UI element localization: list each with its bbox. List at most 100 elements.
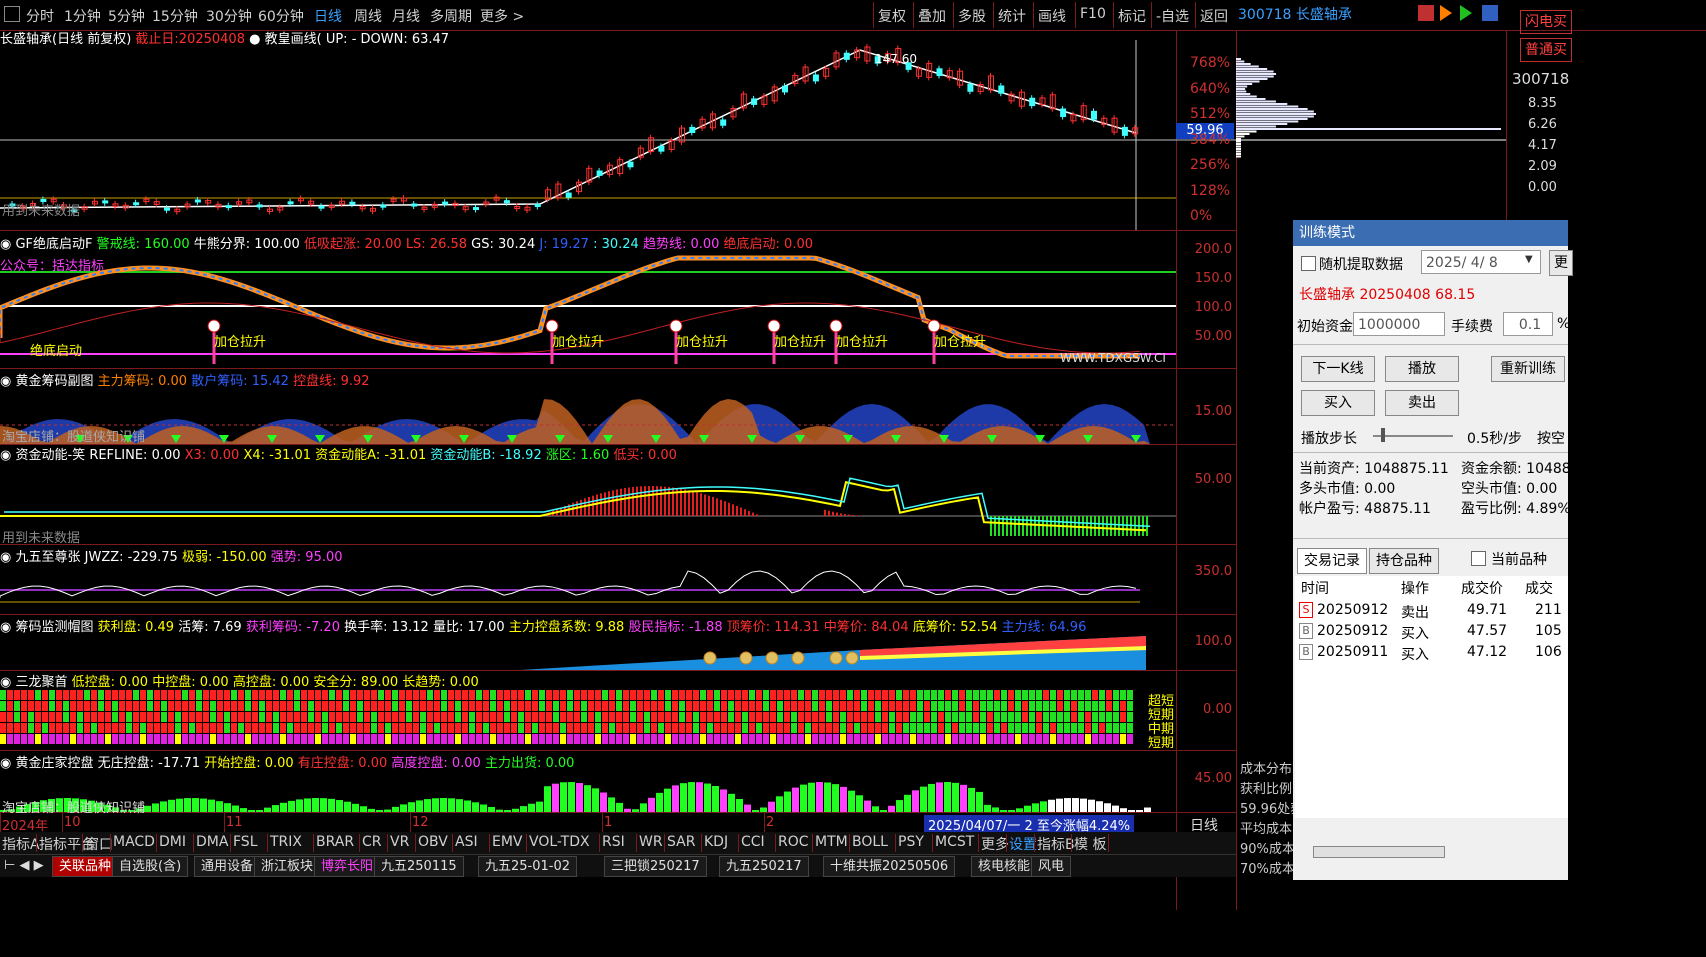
indicator-tab-DMI[interactable]: DMI <box>159 834 186 850</box>
monitor-icon[interactable] <box>1482 5 1498 21</box>
indicator-tab-SAR[interactable]: SAR <box>667 834 695 850</box>
toolbar-多股[interactable]: 多股 <box>958 6 986 26</box>
indicator-tab-OBV[interactable]: OBV <box>418 834 448 850</box>
chart-icon[interactable] <box>1418 5 1434 21</box>
indicator-tab-窗口[interactable]: 窗口 <box>85 834 113 854</box>
chevron-down-icon[interactable]: ▼ <box>1525 254 1533 265</box>
horizontal-scrollbar[interactable] <box>1313 846 1445 858</box>
toolbar-60分钟[interactable]: 60分钟 <box>258 6 304 26</box>
indicator-tab-PSY[interactable]: PSY <box>898 834 924 850</box>
toolbar-月线[interactable]: 月线 <box>392 6 420 26</box>
toolbar-返回[interactable]: 返回 <box>1200 6 1228 26</box>
sheet-tab-九五250115[interactable]: 九五250115 <box>374 856 464 877</box>
heat-cell <box>217 712 223 722</box>
toolbar-15分钟[interactable]: 15分钟 <box>152 6 198 26</box>
indicator-tab-指标B[interactable]: 指标B <box>1037 834 1075 854</box>
indicator-tab-模 板[interactable]: 模 板 <box>1074 834 1106 854</box>
next-kline-button[interactable]: 下一K线 <box>1301 356 1375 382</box>
current-checkbox[interactable] <box>1471 551 1486 566</box>
toolbar-日线[interactable]: 日线 <box>314 6 342 26</box>
toolbar-周线[interactable]: 周线 <box>354 6 382 26</box>
menu-icon[interactable] <box>4 6 20 22</box>
indicator-tab-CR[interactable]: CR <box>362 834 382 850</box>
date-select[interactable]: 2025/ 4/ 8 <box>1421 250 1541 274</box>
indicator-tab-FSL[interactable]: FSL <box>233 834 258 850</box>
init-cash-input[interactable]: 1000000 <box>1353 312 1445 336</box>
sheet-tab-浙江板块[interactable]: 浙江板块 <box>254 856 321 877</box>
indicator-tab-CCI[interactable]: CCI <box>741 834 765 850</box>
indicator-tab-MTM[interactable]: MTM <box>815 834 848 850</box>
heat-cell <box>35 690 41 700</box>
heat-cell <box>966 701 972 711</box>
toolbar-叠加[interactable]: 叠加 <box>918 6 946 26</box>
indicator-tab-ROC[interactable]: ROC <box>778 834 809 850</box>
indicator-tab-MACD[interactable]: MACD <box>113 834 155 850</box>
sheet-tab-十维共振20250506[interactable]: 十维共振20250506 <box>823 856 956 877</box>
sheet-tab-自选股(含)[interactable]: 自选股(含) <box>112 856 189 877</box>
toolbar-标记[interactable]: 标记 <box>1118 6 1146 26</box>
toolbar-分时[interactable]: 分时 <box>26 6 54 26</box>
toolbar-复权[interactable]: 复权 <box>878 6 906 26</box>
more-button[interactable]: 更 <box>1549 250 1573 276</box>
indicator-tab-BOLL[interactable]: BOLL <box>852 834 888 850</box>
play-icon[interactable] <box>1440 5 1452 21</box>
indicator-tab-WR[interactable]: WR <box>639 834 663 850</box>
sheet-tab-关联品种[interactable]: 关联品种 <box>52 856 119 877</box>
toolbar-多周期[interactable]: 多周期 <box>430 6 472 26</box>
play-button[interactable]: 播放 <box>1385 356 1459 382</box>
heat-cell <box>1029 723 1035 733</box>
indicator-tab-ASI[interactable]: ASI <box>455 834 478 850</box>
flash-buy-button[interactable]: 闪电买 <box>1520 10 1572 34</box>
heat-cell <box>49 734 55 744</box>
indicator-tab-KDJ[interactable]: KDJ <box>704 834 728 850</box>
panel-toggle-icon[interactable]: ◉ <box>0 675 15 690</box>
indicator-tab-VR[interactable]: VR <box>390 834 409 850</box>
momentum-bar-up <box>852 515 854 516</box>
normal-buy-button[interactable]: 普通买 <box>1520 38 1572 62</box>
indicator-tab-更多[interactable]: 更多 <box>981 834 1009 854</box>
indicator-tab-VOL-TDX[interactable]: VOL-TDX <box>529 834 590 850</box>
indicator-tab-指标A[interactable]: 指标A <box>2 834 40 854</box>
control-bar <box>392 806 399 812</box>
sheet-tab-博弈长阳[interactable]: 博弈长阳 <box>314 856 381 877</box>
indicator-tab-EMV[interactable]: EMV <box>492 834 523 850</box>
toolbar-1分钟[interactable]: 1分钟 <box>64 6 101 26</box>
candle-body <box>380 204 387 208</box>
money-bag-icon <box>703 651 717 665</box>
sheet-tab-通用设备[interactable]: 通用设备 <box>194 856 261 877</box>
heat-cell <box>826 701 832 711</box>
heat-cell <box>392 712 398 722</box>
indicator-tab-DMA[interactable]: DMA <box>196 834 228 850</box>
toolbar-30分钟[interactable]: 30分钟 <box>206 6 252 26</box>
toolbar-画线[interactable]: 画线 <box>1038 6 1066 26</box>
forward-icon[interactable] <box>1460 5 1472 21</box>
indicator-tab-BRAR[interactable]: BRAR <box>316 834 354 850</box>
random-checkbox[interactable] <box>1301 256 1316 271</box>
indicator-tab-RSI[interactable]: RSI <box>602 834 625 850</box>
sheet-tab-三把锁250217[interactable]: 三把锁250217 <box>604 856 707 877</box>
sheet-tab-九五25-01-02[interactable]: 九五25-01-02 <box>478 856 578 877</box>
sheet-tab-风电[interactable]: 风电 <box>1031 856 1072 877</box>
toolbar--自选[interactable]: -自选 <box>1156 6 1189 26</box>
sheet-nav-icon[interactable]: ⊢ ◀ ▶ <box>4 858 44 873</box>
sheet-tab-核电核能[interactable]: 核电核能 <box>971 856 1038 877</box>
sheet-tab-九五250217[interactable]: 九五250217 <box>719 856 809 877</box>
heat-cell <box>889 712 895 722</box>
indicator-tab-设置[interactable]: 设置 <box>1009 834 1037 854</box>
indicator-tab-MCST[interactable]: MCST <box>935 834 974 850</box>
tab-trade-record[interactable]: 交易记录 <box>1297 548 1367 574</box>
toolbar-5分钟[interactable]: 5分钟 <box>108 6 145 26</box>
toolbar-F10[interactable]: F10 <box>1080 6 1106 22</box>
indicator-tab-TRIX[interactable]: TRIX <box>270 834 302 850</box>
control-bar <box>312 798 319 812</box>
toolbar-更多[interactable]: 更多 > <box>480 6 524 26</box>
sell-button[interactable]: 卖出 <box>1385 390 1459 416</box>
heat-cell <box>1071 701 1077 711</box>
retrain-button[interactable]: 重新训练 <box>1491 356 1565 382</box>
step-slider[interactable] <box>1373 435 1453 437</box>
fee-input[interactable]: 0.1 <box>1503 312 1553 336</box>
slider-handle[interactable] <box>1381 428 1385 442</box>
buy-button[interactable]: 买入 <box>1301 390 1375 416</box>
toolbar-统计[interactable]: 统计 <box>998 6 1026 26</box>
tab-positions[interactable]: 持仓品种 <box>1369 548 1439 574</box>
